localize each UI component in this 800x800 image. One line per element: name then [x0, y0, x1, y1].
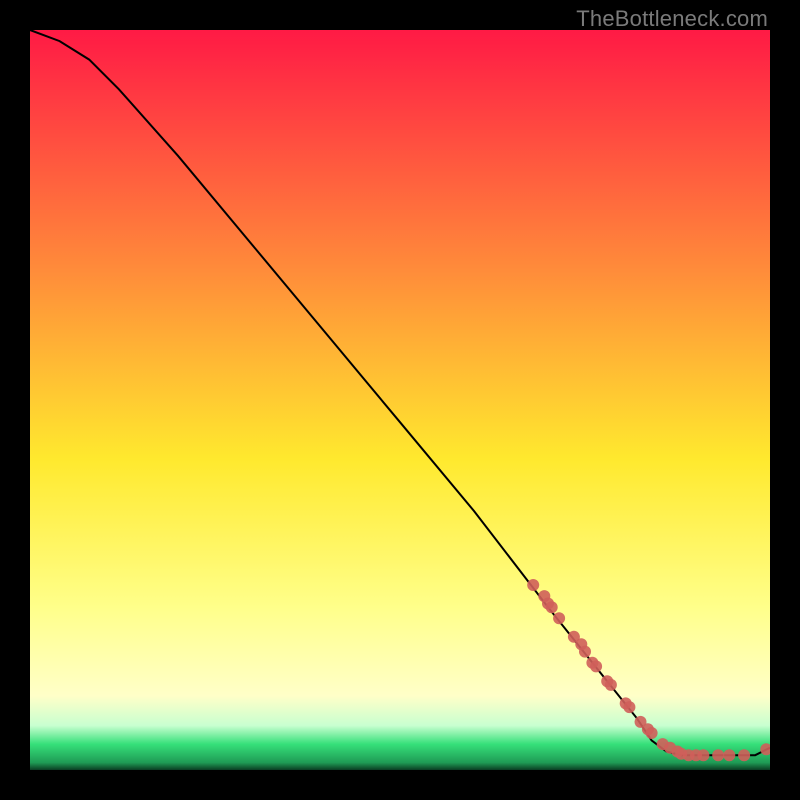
highlight-dot [646, 727, 658, 739]
bottleneck-curve [30, 30, 770, 755]
highlight-dot [527, 579, 539, 591]
plot-area [30, 30, 770, 770]
watermark-text: TheBottleneck.com [576, 6, 768, 32]
highlight-dot [712, 749, 724, 761]
highlight-dot [738, 749, 750, 761]
highlight-dot [590, 660, 602, 672]
highlight-dot [623, 701, 635, 713]
chart-frame: TheBottleneck.com [0, 0, 800, 800]
highlight-dot [605, 679, 617, 691]
highlight-dot [697, 749, 709, 761]
chart-svg [30, 30, 770, 770]
highlight-dot [723, 749, 735, 761]
highlight-dot [553, 612, 565, 624]
highlight-dot [579, 646, 591, 658]
highlight-dot [760, 743, 770, 755]
highlight-dot [546, 601, 558, 613]
highlight-dots [527, 579, 770, 761]
